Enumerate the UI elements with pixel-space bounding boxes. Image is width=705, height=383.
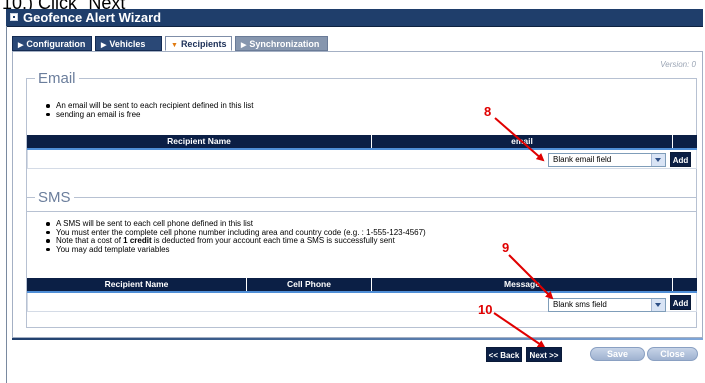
email-table-row: Blank email field Add [27,150,697,169]
window-titlebar: Geofence Alert Wizard [6,9,703,27]
email-info-list: An email will be sent to each recipient … [45,101,253,120]
sms-table-row: Blank sms field Add [27,293,697,312]
tab-configuration[interactable]: ▶ Configuration [12,36,92,51]
tab-label: Configuration [26,39,86,49]
email-field-select[interactable]: Blank email field [548,153,666,167]
column-separator [672,135,673,148]
sms-info-list: A SMS will be sent to each cell phone de… [45,219,426,255]
chevron-down-icon[interactable] [651,299,665,311]
back-button[interactable]: << Back [486,347,522,362]
wizard-panel: Version: 0 Email An email will be sent t… [12,51,703,338]
annotation-number-9: 9 [502,240,510,255]
email-section: Email An email will be sent to each reci… [26,70,697,212]
tab-arrow-icon: ▶ [241,42,247,49]
list-item-text: is deducted from your account each time … [151,236,395,245]
list-item-text: Note that a cost of [56,236,124,245]
column-header-message: Message [504,279,540,289]
window-icon [10,13,18,21]
column-header-cell-phone: Cell Phone [287,279,331,289]
sms-add-button[interactable]: Add [670,295,691,310]
tab-synchronization[interactable]: ▶ Synchronization [235,36,328,51]
tab-label: Synchronization [249,39,320,49]
tab-recipients[interactable]: ▼ Recipients [165,36,232,51]
list-item: You may add template variables [45,245,426,255]
sms-field-select[interactable]: Blank sms field [548,298,666,312]
version-label: Version: 0 [660,60,696,69]
panel-bottom-rule [12,338,703,340]
tab-arrow-icon: ▶ [101,42,107,49]
sms-legend: SMS [35,189,74,206]
window-left-border [6,26,7,383]
annotation-number-8: 8 [484,104,492,119]
tab-vehicles[interactable]: ▶ Vehicles [95,36,162,51]
tab-arrow-icon: ▶ [18,42,24,49]
next-button[interactable]: Next >> [526,347,562,362]
list-item: sending an email is free [45,110,253,120]
tab-arrow-down-icon: ▼ [171,42,178,49]
annotation-number-10: 10 [478,302,493,317]
column-header-email: email [511,136,533,146]
column-header-recipient-name: Recipient Name [167,136,231,146]
chevron-down-icon[interactable] [651,154,665,166]
email-add-button[interactable]: Add [670,152,691,167]
select-value: Blank sms field [553,300,607,309]
column-separator [672,278,673,291]
sms-section: SMS A SMS will be sent to each cell phon… [26,189,697,328]
window-title: Geofence Alert Wizard [23,10,162,25]
credit-cost-emphasis: 1 credit [123,236,152,245]
email-table-header: Recipient Name email [27,135,697,150]
sms-table-header: Recipient Name Cell Phone Message [27,278,697,293]
email-legend: Email [35,70,79,87]
close-button[interactable]: Close [647,347,698,361]
tab-label: Recipients [180,39,227,49]
select-value: Blank email field [553,155,612,164]
save-button[interactable]: Save [590,347,645,361]
column-header-recipient-name: Recipient Name [104,279,169,289]
tab-label: Vehicles [109,39,146,49]
